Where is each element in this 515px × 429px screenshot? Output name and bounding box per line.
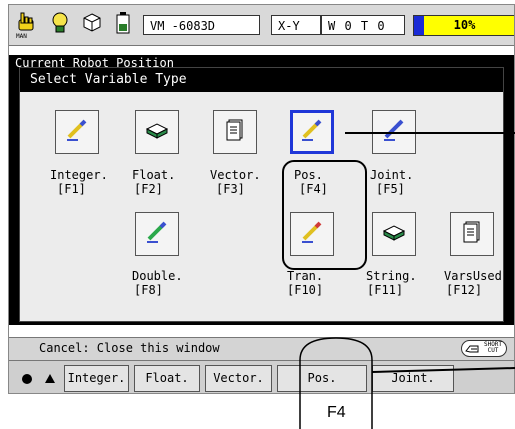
f4-annotation-label: F4: [327, 404, 346, 421]
callout-line-fkey: [371, 367, 515, 373]
annotation-overlay: [299, 132, 515, 429]
